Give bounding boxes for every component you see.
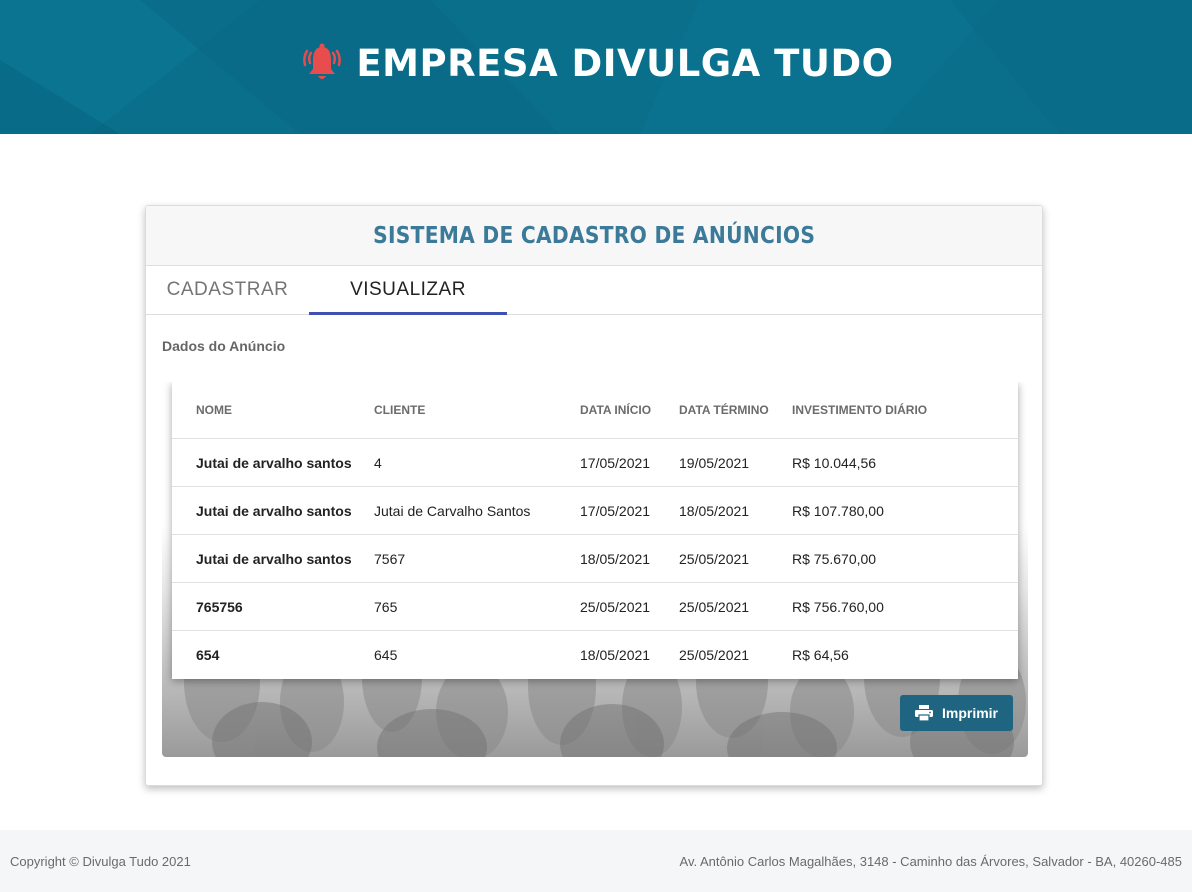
cell-investimento: R$ 75.670,00 bbox=[792, 550, 877, 567]
tab-cadastrar[interactable]: CADASTRAR bbox=[146, 266, 309, 314]
cell-data-termino: 25/05/2021 bbox=[679, 598, 750, 615]
column-header-cliente[interactable]: CLIENTE bbox=[374, 403, 580, 417]
cell-cliente: 4 bbox=[374, 454, 382, 471]
cell-data-termino: 25/05/2021 bbox=[679, 550, 750, 567]
cell-nome: 765756 bbox=[196, 598, 243, 615]
cell-investimento: R$ 756.760,00 bbox=[792, 598, 884, 615]
cell-data-inicio: 18/05/2021 bbox=[580, 647, 651, 663]
cell-data-inicio: 17/05/2021 bbox=[580, 454, 651, 471]
table-row[interactable]: 654 645 18/05/2021 25/05/2021 R$ 64,56 bbox=[172, 631, 1018, 679]
column-header-data-inicio[interactable]: DATA INÍCIO bbox=[580, 403, 679, 417]
site-footer: Copyright © Divulga Tudo 2021 Av. Antôni… bbox=[0, 830, 1192, 892]
cell-nome: Jutai de arvalho santos bbox=[196, 550, 352, 567]
cell-data-termino: 18/05/2021 bbox=[679, 502, 750, 519]
card-title: SISTEMA DE CADASTRO DE ANÚNCIOS bbox=[372, 222, 816, 249]
section-label: Dados do Anúncio bbox=[162, 338, 286, 354]
cell-nome: Jutai de arvalho santos bbox=[196, 502, 352, 519]
cell-investimento: R$ 10.044,56 bbox=[792, 454, 877, 471]
table-row[interactable]: Jutai de arvalho santos 4 17/05/2021 19/… bbox=[172, 439, 1018, 487]
card-header: SISTEMA DE CADASTRO DE ANÚNCIOS bbox=[146, 206, 1042, 266]
column-header-data-termino[interactable]: DATA TÉRMINO bbox=[679, 403, 792, 417]
footer-address: Av. Antônio Carlos Magalhães, 3148 - Cam… bbox=[679, 853, 1182, 869]
cell-data-termino: 19/05/2021 bbox=[679, 454, 750, 471]
cell-cliente: 7567 bbox=[374, 550, 406, 567]
tab-visualizar[interactable]: VISUALIZAR bbox=[309, 266, 507, 315]
table-header: NOME CLIENTE DATA INÍCIO DATA TÉRMINO IN… bbox=[172, 382, 1018, 439]
column-header-investimento[interactable]: INVESTIMENTO DIÁRIO bbox=[792, 403, 1018, 417]
cell-nome: Jutai de arvalho santos bbox=[196, 454, 352, 471]
cell-cliente: Jutai de Carvalho Santos bbox=[374, 502, 531, 519]
cell-data-inicio: 18/05/2021 bbox=[580, 550, 651, 567]
cell-data-inicio: 17/05/2021 bbox=[580, 502, 651, 519]
ads-table: NOME CLIENTE DATA INÍCIO DATA TÉRMINO IN… bbox=[172, 382, 1018, 679]
site-title: EMPRESA DIVULGA TUDO bbox=[356, 41, 894, 85]
cell-investimento: R$ 64,56 bbox=[792, 647, 849, 663]
table-row[interactable]: 765756 765 25/05/2021 25/05/2021 R$ 756.… bbox=[172, 583, 1018, 631]
footer-copyright: Copyright © Divulga Tudo 2021 bbox=[10, 853, 191, 869]
printer-icon bbox=[914, 705, 933, 721]
table-row[interactable]: Jutai de arvalho santos 7567 18/05/2021 … bbox=[172, 535, 1018, 583]
print-button-label: Imprimir bbox=[941, 705, 998, 721]
cell-nome: 654 bbox=[196, 647, 220, 663]
site-header: EMPRESA DIVULGA TUDO bbox=[0, 0, 1192, 134]
bell-alarm-icon bbox=[303, 43, 342, 79]
table-row[interactable]: Jutai de arvalho santos Jutai de Carvalh… bbox=[172, 487, 1018, 535]
print-button[interactable]: Imprimir bbox=[900, 695, 1013, 731]
cell-cliente: 645 bbox=[374, 647, 398, 663]
ads-card: SISTEMA DE CADASTRO DE ANÚNCIOS CADASTRA… bbox=[145, 205, 1043, 786]
header-brand: EMPRESA DIVULGA TUDO bbox=[0, 0, 1192, 126]
cell-data-inicio: 25/05/2021 bbox=[580, 598, 651, 615]
cell-data-termino: 25/05/2021 bbox=[679, 647, 750, 663]
column-header-nome[interactable]: NOME bbox=[172, 403, 374, 417]
table-panel: NOME CLIENTE DATA INÍCIO DATA TÉRMINO IN… bbox=[162, 382, 1028, 757]
cell-investimento: R$ 107.780,00 bbox=[792, 502, 884, 519]
cell-cliente: 765 bbox=[374, 598, 398, 615]
tab-bar: CADASTRAR VISUALIZAR bbox=[146, 266, 1042, 315]
